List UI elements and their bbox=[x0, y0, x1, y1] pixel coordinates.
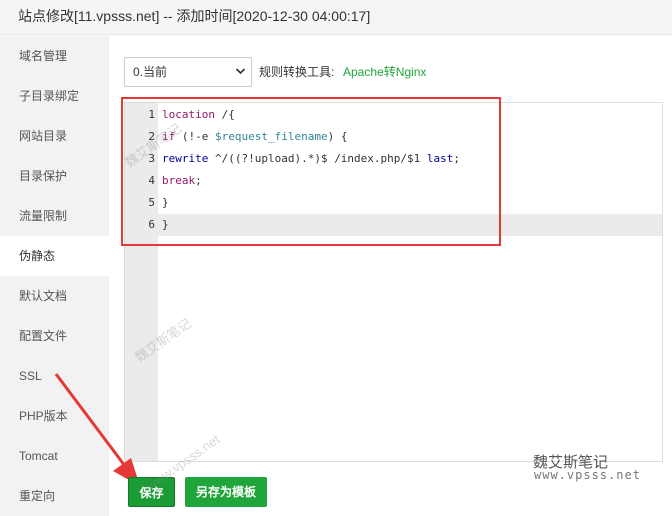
apache-to-nginx-link[interactable]: Apache转Nginx bbox=[343, 57, 426, 87]
annotation-highlight-box bbox=[121, 97, 501, 246]
sidebar-item-traffic-limit[interactable]: 流量限制 bbox=[0, 196, 109, 236]
sidebar-item-domains[interactable]: 域名管理 bbox=[0, 36, 109, 76]
sidebar-item-default-document[interactable]: 默认文档 bbox=[0, 276, 109, 316]
sidebar-item-ssl[interactable]: SSL bbox=[0, 356, 109, 396]
sidebar-item-rewrite[interactable]: 伪静态 bbox=[0, 236, 109, 276]
chevron-down-icon bbox=[235, 58, 246, 97]
sidebar-item-subdir-binding[interactable]: 子目录绑定 bbox=[0, 76, 109, 116]
rule-tool-label: 规则转换工具: bbox=[259, 65, 335, 79]
sidebar-item-directory-protection[interactable]: 目录保护 bbox=[0, 156, 109, 196]
sidebar-item-tomcat[interactable]: Tomcat bbox=[0, 436, 109, 476]
save-as-template-button[interactable]: 另存为模板 bbox=[185, 477, 267, 507]
rewrite-version-value: 0.当前 bbox=[133, 65, 168, 79]
rewrite-version-select[interactable]: 0.当前 bbox=[124, 57, 252, 87]
sidebar: 域名管理 子目录绑定 网站目录 目录保护 流量限制 伪静态 默认文档 配置文件 … bbox=[0, 36, 109, 516]
sidebar-item-site-directory[interactable]: 网站目录 bbox=[0, 116, 109, 156]
sidebar-item-php-version[interactable]: PHP版本 bbox=[0, 396, 109, 436]
sidebar-item-config-file[interactable]: 配置文件 bbox=[0, 316, 109, 356]
watermark-url: www.vpsss.net bbox=[534, 468, 641, 482]
save-button[interactable]: 保存 bbox=[128, 477, 175, 507]
window-title: 站点修改[11.vpsss.net] -- 添加时间[2020-12-30 04… bbox=[0, 0, 672, 35]
sidebar-item-redirect[interactable]: 重定向 bbox=[0, 476, 109, 516]
